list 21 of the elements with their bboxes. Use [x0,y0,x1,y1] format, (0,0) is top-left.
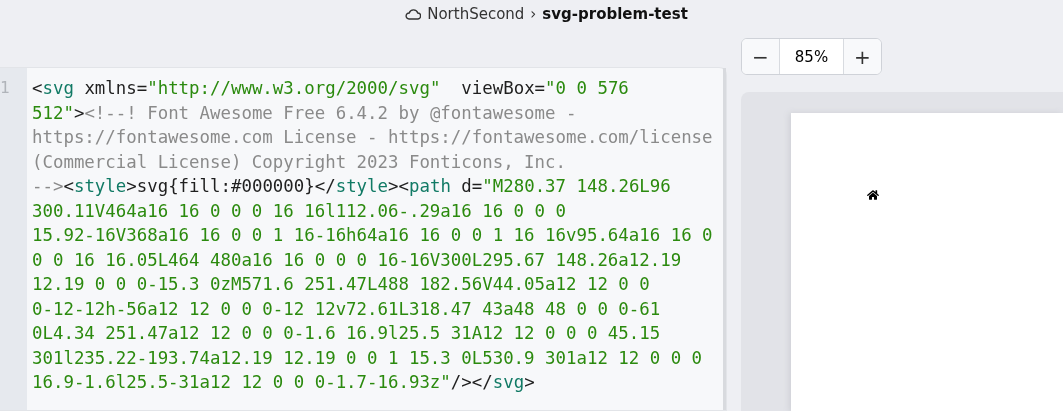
workspace-link[interactable]: NorthSecond [427,5,525,23]
code-line: 512"><!--! Font Awesome Free 6.4.2 by @fontawesome - [32,101,578,125]
code-editor[interactable] [0,67,727,411]
project-name: svg-problem-test [542,5,688,23]
code-line: 0L4.34 251.47a12 12 0 0 0-1.6 16.9l25.5 31A12 12 0 0 0 45.15 [32,322,662,345]
code-line: https://fontawesome.com License - https://fontawesome.com/license [32,126,714,149]
code-line: 300.11V464a16 16 0 0 0 16 16l112.06-.29a16 16 0 0 0 [32,199,567,223]
zoom-out-button[interactable]: − [742,39,779,74]
code-line: <svg xmlns="http://www.w3.org/2000/svg" viewBox="0 0 576 [32,77,630,100]
code-line: 15.92-16V368a16 16 0 0 1 16-16h64a16 16 0 0 1 16 16v95.64a16 16 0 [32,224,714,247]
house-icon [867,189,879,201]
code-line: 12.19 0 0 0-15.3 0zM571.6 251.47L488 182.56V44.05a12 12 0 0 [32,273,651,296]
code-line: 0-12-12h-56a12 12 0 0 0-12 12v72.61L318.47 43a48 48 0 0 0-61 [32,297,662,321]
cloud-icon [405,8,422,20]
code-line: 16.9-1.6l25.5-31a12 12 0 0 0-1.7-16.93z"/></svg> [32,371,536,394]
code-line: 301l235.22-193.74a12.19 12.19 0 0 1 15.3 0L530.9 301a12 12 0 0 0 [32,346,704,370]
code-line: --><style>svg{fill:#000000}</style><path d="M280.37 148.26L96 [32,175,672,198]
zoom-in-button[interactable]: + [844,39,881,74]
breadcrumb-separator: › [530,5,537,23]
code-line: 0 0 16 16.05L464 480a16 16 0 0 0 16-16V300L295.67 148.26a12.19 [32,248,683,272]
code-line: (Commercial License) Copyright 2023 Fonticons, Inc. [32,150,567,174]
